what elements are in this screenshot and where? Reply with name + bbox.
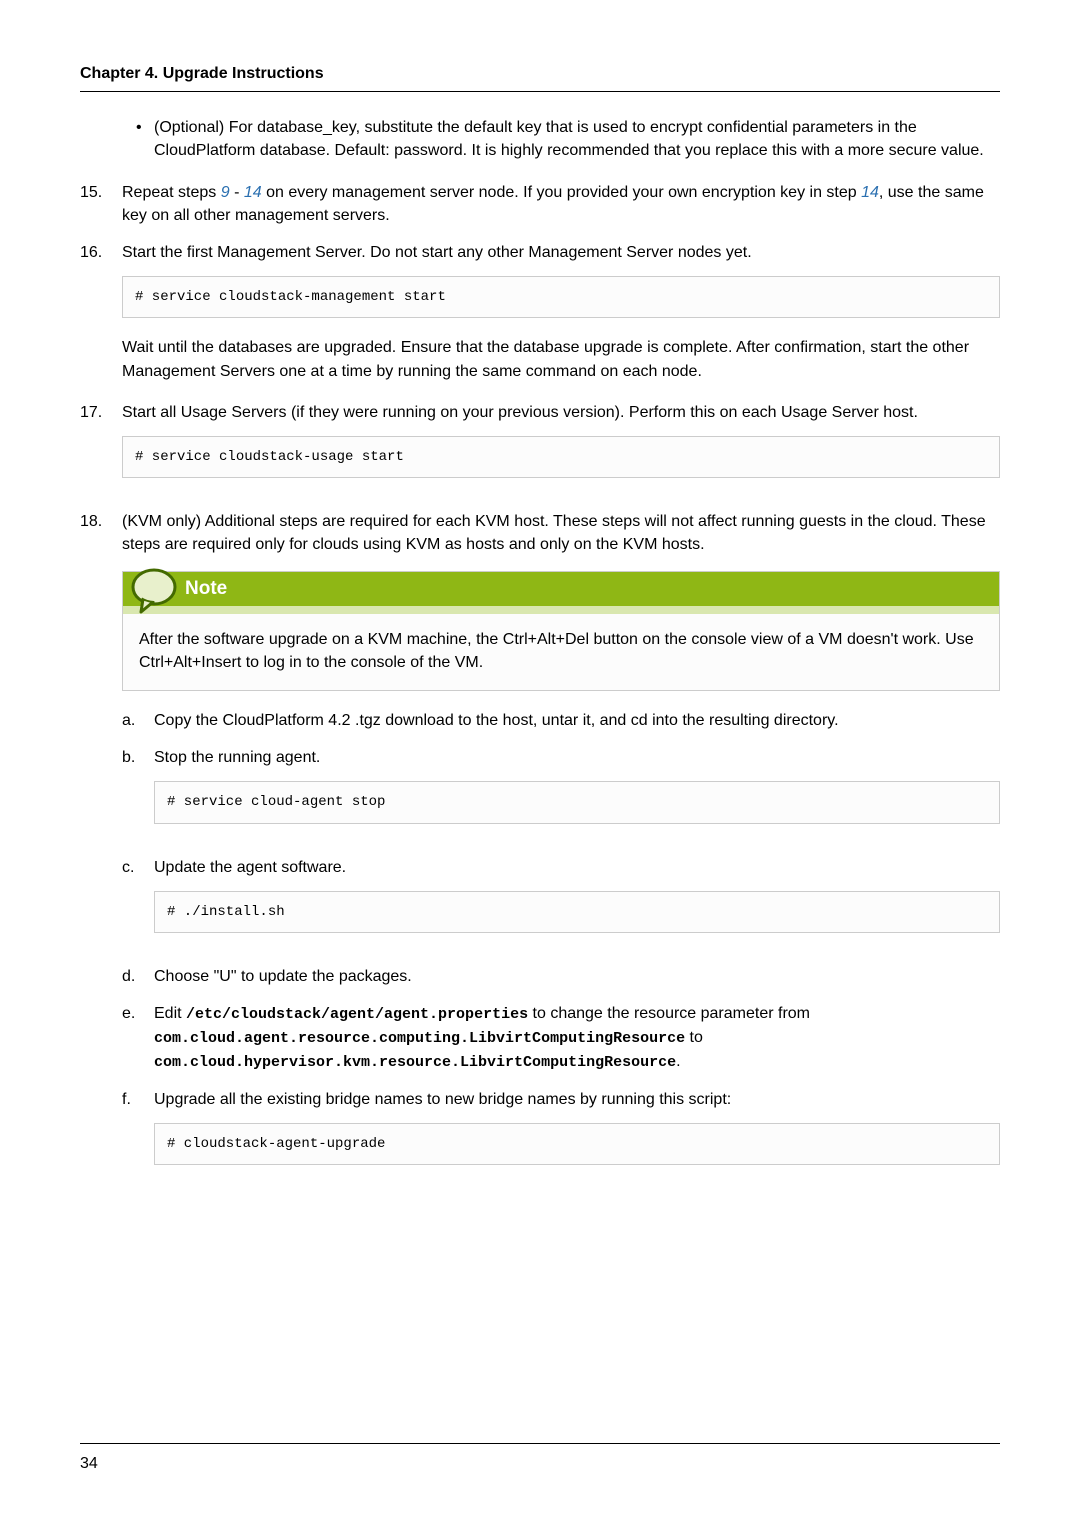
substep-text: Choose "U" to update the packages.	[154, 965, 1000, 988]
bullet-marker: •	[136, 116, 154, 162]
note-title: Note	[185, 575, 227, 603]
substep-text: Update the agent software.	[154, 856, 1000, 879]
text-fragment: Edit	[154, 1005, 186, 1022]
substep-body: Stop the running agent. # service cloud-…	[154, 746, 1000, 841]
substep-f: f. Upgrade all the existing bridge names…	[122, 1088, 1000, 1183]
note-header: Note	[123, 572, 999, 606]
substep-letter: c.	[122, 856, 154, 951]
substep-c: c. Update the agent software. # ./instal…	[122, 856, 1000, 951]
code-block: # service cloudstack-management start	[122, 276, 1000, 318]
bullet-text: (Optional) For database_key, substitute …	[154, 116, 1000, 162]
bullet-optional-dbkey: • (Optional) For database_key, substitut…	[122, 116, 1000, 162]
page-number: 34	[80, 1455, 98, 1472]
step-body: Start the first Management Server. Do no…	[122, 241, 1000, 383]
classname-new: com.cloud.hypervisor.kvm.resource.Libvir…	[154, 1054, 676, 1071]
page-content: • (Optional) For database_key, substitut…	[80, 116, 1000, 1197]
step-number: 16.	[80, 241, 122, 383]
page-footer: 34	[80, 1443, 1000, 1475]
substep-a: a. Copy the CloudPlatform 4.2 .tgz downl…	[122, 709, 1000, 732]
step-body: (KVM only) Additional steps are required…	[122, 510, 1000, 1197]
note-subbar	[123, 606, 999, 614]
text-fragment: .	[676, 1053, 680, 1070]
substep-b: b. Stop the running agent. # service clo…	[122, 746, 1000, 841]
step-text: Start all Usage Servers (if they were ru…	[122, 401, 1000, 424]
step-number: 17.	[80, 401, 122, 496]
substep-e: e. Edit /etc/cloudstack/agent/agent.prop…	[122, 1002, 1000, 1073]
step-text: Repeat steps 9 - 14 on every management …	[122, 181, 1000, 227]
substep-letter: e.	[122, 1002, 154, 1073]
note-box: Note After the software upgrade on a KVM…	[122, 571, 1000, 691]
text-fragment: on every management server node. If you …	[262, 184, 861, 201]
step-text: (KVM only) Additional steps are required…	[122, 510, 1000, 556]
speech-bubble-icon	[129, 566, 179, 616]
code-block: # service cloudstack-usage start	[122, 436, 1000, 478]
substep-letter: b.	[122, 746, 154, 841]
classname-old: com.cloud.agent.resource.computing.Libvi…	[154, 1030, 685, 1047]
code-block: # service cloud-agent stop	[154, 781, 1000, 823]
filepath: /etc/cloudstack/agent/agent.properties	[186, 1006, 528, 1023]
substep-letter: a.	[122, 709, 154, 732]
link-step-14b[interactable]: 14	[861, 184, 879, 201]
text-fragment: Repeat steps	[122, 184, 221, 201]
note-body: After the software upgrade on a KVM mach…	[123, 614, 999, 674]
step-18: 18. (KVM only) Additional steps are requ…	[80, 510, 1000, 1197]
substep-body: Upgrade all the existing bridge names to…	[154, 1088, 1000, 1183]
page-header: Chapter 4. Upgrade Instructions	[80, 62, 1000, 92]
substep-letter: d.	[122, 965, 154, 988]
text-fragment: to change the resource parameter from	[528, 1005, 810, 1022]
substep-text: Stop the running agent.	[154, 746, 1000, 769]
step-15: 15. Repeat steps 9 - 14 on every managem…	[80, 181, 1000, 227]
substep-text: Edit /etc/cloudstack/agent/agent.propert…	[154, 1002, 1000, 1073]
step-text: Start the first Management Server. Do no…	[122, 241, 1000, 264]
substep-letter: f.	[122, 1088, 154, 1183]
step-after-text: Wait until the databases are upgraded. E…	[122, 336, 1000, 382]
substep-body: Update the agent software. # ./install.s…	[154, 856, 1000, 951]
text-fragment: to	[685, 1029, 703, 1046]
code-block: # cloudstack-agent-upgrade	[154, 1123, 1000, 1165]
step-16: 16. Start the first Management Server. D…	[80, 241, 1000, 383]
substep-text: Upgrade all the existing bridge names to…	[154, 1088, 1000, 1111]
substep-d: d. Choose "U" to update the packages.	[122, 965, 1000, 988]
step-body: Start all Usage Servers (if they were ru…	[122, 401, 1000, 496]
text-fragment: -	[230, 184, 244, 201]
step-17: 17. Start all Usage Servers (if they wer…	[80, 401, 1000, 496]
step-number: 18.	[80, 510, 122, 1197]
code-block: # ./install.sh	[154, 891, 1000, 933]
link-step-9[interactable]: 9	[221, 184, 230, 201]
link-step-14[interactable]: 14	[244, 184, 262, 201]
substep-text: Copy the CloudPlatform 4.2 .tgz download…	[154, 709, 1000, 732]
step-number: 15.	[80, 181, 122, 227]
